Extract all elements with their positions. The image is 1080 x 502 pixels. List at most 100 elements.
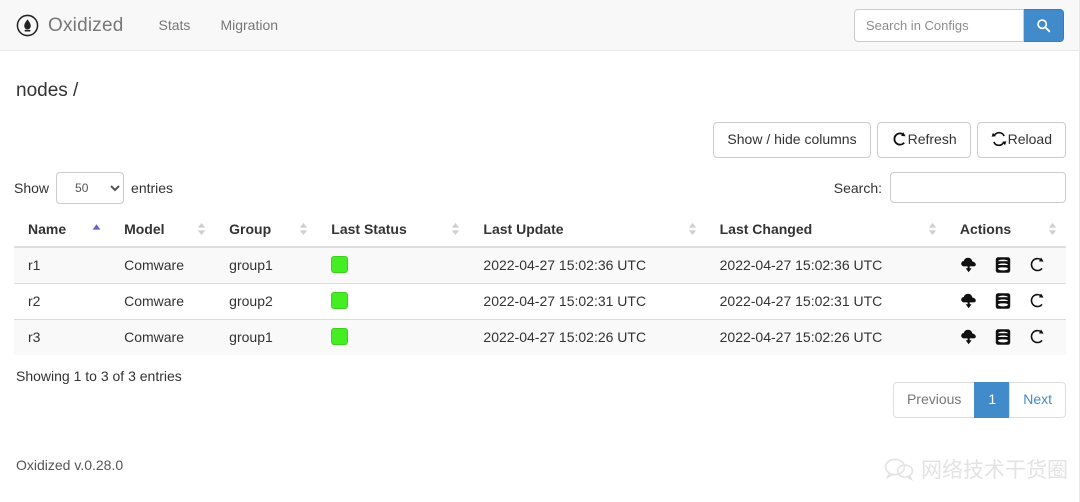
- column-header-actions[interactable]: Actions: [945, 212, 1066, 248]
- cell-name: r2: [14, 282, 111, 320]
- reload-button[interactable]: Reload: [976, 122, 1066, 158]
- cell-last-status: [317, 246, 470, 284]
- nodes-table: Name Model Group Last Status Last Update…: [14, 212, 1066, 355]
- table-search-control: Search:: [833, 172, 1066, 204]
- cell-actions: [945, 246, 1066, 284]
- column-header-name[interactable]: Name: [14, 212, 111, 248]
- main-container: nodes / Show / hide columns Refresh Relo…: [0, 80, 1080, 473]
- refresh-icon[interactable]: [1028, 256, 1046, 274]
- database-stack-icon[interactable]: [994, 328, 1012, 346]
- pagination: Previous 1 Next: [892, 381, 1066, 418]
- watermark-text: 网络技术干货圈: [921, 458, 1068, 482]
- column-header-last-update[interactable]: Last Update: [469, 212, 706, 248]
- entries-length-control: Show 50 10 25 100 entries: [14, 171, 174, 204]
- cell-name: r1: [14, 246, 111, 284]
- status-badge-ok: [331, 328, 349, 346]
- show-label: Show: [14, 179, 50, 196]
- column-label: Name: [28, 220, 67, 237]
- database-stack-icon[interactable]: [994, 256, 1012, 274]
- column-label: Last Update: [483, 220, 564, 237]
- cell-last-update: 2022-04-27 15:02:36 UTC: [469, 246, 706, 284]
- reload-double-arrow-icon: [991, 131, 1007, 147]
- wechat-bubble-icon: [884, 457, 914, 481]
- column-label: Group: [229, 220, 272, 237]
- cell-last-update: 2022-04-27 15:02:26 UTC: [469, 318, 706, 355]
- sort-both-icon: [197, 221, 206, 237]
- cell-model: Comware: [110, 318, 216, 355]
- entries-per-page-select[interactable]: 50 10 25 100: [56, 171, 125, 204]
- pagination-previous-button[interactable]: Previous: [892, 381, 976, 418]
- refresh-button-label: Refresh: [907, 131, 957, 147]
- cloud-download-icon[interactable]: [960, 256, 978, 274]
- nav-link-migration[interactable]: Migration: [205, 11, 293, 39]
- nodes-table-body: r1 Comware group1 2022-04-27 15:02:36 UT…: [14, 246, 1066, 355]
- cell-actions: [945, 318, 1066, 355]
- entries-label: entries: [131, 179, 174, 196]
- table-row[interactable]: r3 Comware group1 2022-04-27 15:02:26 UT…: [14, 318, 1066, 355]
- sort-both-icon: [928, 221, 937, 237]
- search-icon: [1036, 18, 1051, 33]
- cell-name: r3: [14, 318, 111, 355]
- table-header-row: Name Model Group Last Status Last Update…: [14, 212, 1066, 248]
- nav-links: Stats Migration: [144, 11, 294, 39]
- cell-model: Comware: [110, 246, 216, 284]
- column-label: Actions: [959, 220, 1012, 237]
- cell-model: Comware: [110, 282, 216, 320]
- cell-last-changed: 2022-04-27 15:02:31 UTC: [705, 282, 946, 320]
- brand-link[interactable]: Oxidized: [16, 14, 124, 37]
- sort-ascending-icon: [92, 221, 101, 237]
- status-badge-ok: [331, 292, 349, 310]
- pagination-next-button[interactable]: Next: [1009, 381, 1066, 418]
- refresh-button[interactable]: Refresh: [876, 122, 971, 158]
- column-header-model[interactable]: Model: [110, 212, 216, 248]
- database-stack-icon[interactable]: [994, 292, 1012, 310]
- column-header-last-changed[interactable]: Last Changed: [705, 212, 946, 248]
- column-header-last-status[interactable]: Last Status: [317, 212, 470, 248]
- cell-group: group1: [215, 246, 318, 284]
- column-header-group[interactable]: Group: [215, 212, 318, 248]
- table-row[interactable]: r1 Comware group1 2022-04-27 15:02:36 UT…: [14, 246, 1066, 284]
- column-label: Model: [124, 220, 165, 237]
- nav-link-stats[interactable]: Stats: [144, 11, 206, 39]
- search-configs-input[interactable]: [854, 9, 1024, 42]
- cell-last-update: 2022-04-27 15:02:31 UTC: [469, 282, 706, 320]
- sort-both-icon: [299, 221, 308, 237]
- cell-actions: [945, 282, 1066, 320]
- pagination-page-1-button[interactable]: 1: [974, 381, 1011, 418]
- table-info: Showing 1 to 3 of 3 entries: [16, 367, 182, 384]
- navbar-search: [854, 9, 1064, 42]
- nodes-table-head: Name Model Group Last Status Last Update…: [14, 212, 1066, 248]
- cell-group: group1: [215, 318, 318, 355]
- refresh-icon[interactable]: [1028, 292, 1046, 310]
- oxidized-flame-logo-icon: [16, 14, 39, 37]
- column-label: Last Status: [331, 220, 407, 237]
- cell-last-changed: 2022-04-27 15:02:26 UTC: [705, 318, 946, 355]
- sort-both-icon: [451, 221, 460, 237]
- sort-both-icon: [1048, 221, 1057, 237]
- brand-title: Oxidized: [48, 14, 124, 36]
- actions-group: [960, 256, 1058, 274]
- table-row[interactable]: r2 Comware group2 2022-04-27 15:02:31 UT…: [14, 282, 1066, 320]
- reload-button-label: Reload: [1007, 131, 1052, 147]
- table-search-label: Search:: [833, 179, 882, 196]
- status-badge-ok: [331, 256, 349, 274]
- refresh-icon[interactable]: [1028, 328, 1046, 346]
- refresh-single-arrow-icon: [891, 131, 907, 147]
- table-controls: Show 50 10 25 100 entries Search:: [14, 171, 1066, 204]
- sort-both-icon: [688, 221, 697, 237]
- cell-last-status: [317, 318, 470, 355]
- navbar: Oxidized Stats Migration: [0, 0, 1080, 51]
- cell-group: group2: [215, 282, 318, 320]
- search-submit-button[interactable]: [1024, 9, 1064, 42]
- table-search-input[interactable]: [890, 172, 1066, 204]
- cell-last-status: [317, 282, 470, 320]
- column-label: Last Changed: [719, 220, 813, 237]
- table-footer: Showing 1 to 3 of 3 entries Previous 1 N…: [14, 368, 1066, 418]
- page-title: nodes /: [16, 80, 79, 101]
- table-toolbar: Show / hide columns Refresh Reload: [14, 122, 1066, 158]
- cell-last-changed: 2022-04-27 15:02:36 UTC: [705, 246, 946, 284]
- cloud-download-icon[interactable]: [960, 292, 978, 310]
- show-hide-columns-button[interactable]: Show / hide columns: [713, 122, 871, 158]
- cloud-download-icon[interactable]: [960, 328, 978, 346]
- actions-group: [960, 328, 1058, 346]
